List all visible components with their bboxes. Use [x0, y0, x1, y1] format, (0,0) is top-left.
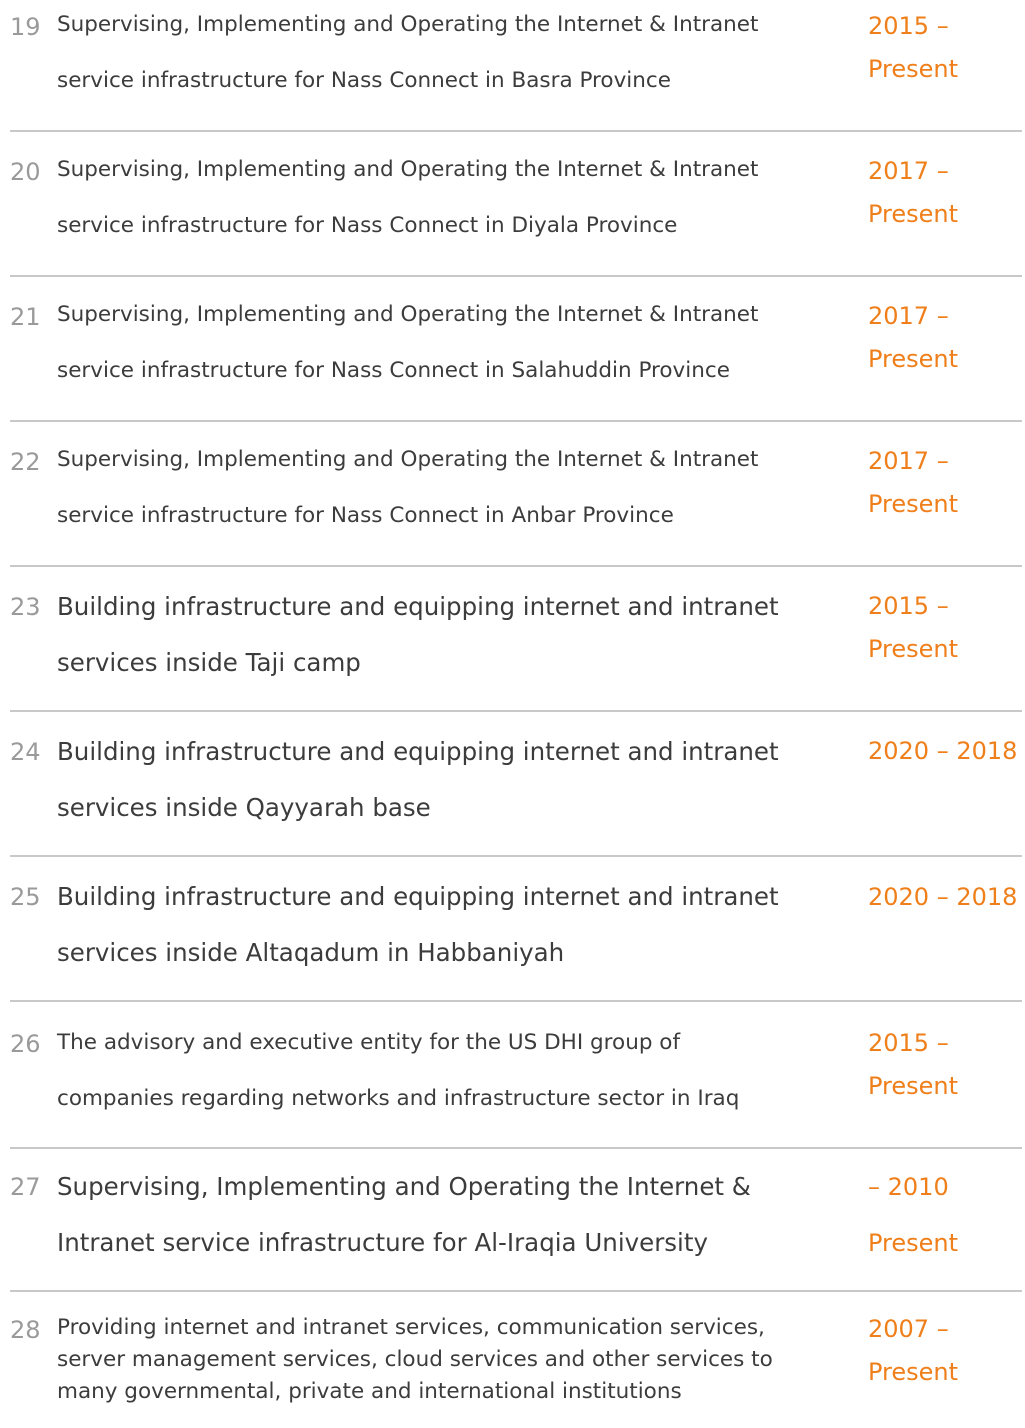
row-date: 2017 – Present — [868, 295, 1025, 381]
row-divider — [10, 130, 1022, 132]
row-description-line: Supervising, Implementing and Operating … — [57, 302, 759, 327]
row-number: 20 — [10, 158, 41, 186]
row-description-line: Intranet service infrastructure for Al-I… — [57, 1228, 708, 1257]
row-divider — [10, 1000, 1022, 1002]
row-divider — [10, 1147, 1022, 1149]
row-date-line: 2017 – — [868, 447, 949, 475]
row-description: The advisory and executive entity for th… — [57, 1015, 837, 1127]
row-description: Providing internet and intranet services… — [57, 1312, 837, 1408]
row-description-line: service infrastructure for Nass Connect … — [57, 68, 671, 93]
row-divider — [10, 565, 1022, 567]
row-date: – 2010 Present — [868, 1159, 1025, 1271]
row-date: 2020 – 2018 — [868, 876, 1025, 919]
row-number: 27 — [10, 1173, 41, 1201]
row-date-line: Present — [868, 635, 959, 663]
row-date-line: 2015 – — [868, 12, 949, 40]
row-description-line: companies regarding networks and infrast… — [57, 1086, 740, 1111]
row-divider — [10, 275, 1022, 277]
row-description-line: services inside Altaqadum in Habbaniyah — [57, 938, 565, 967]
row-date-line: Present — [868, 200, 959, 228]
row-date: 2015 – Present — [868, 585, 1025, 671]
row-description: Supervising, Implementing and Operating … — [57, 432, 837, 544]
row-divider — [10, 855, 1022, 857]
row-divider — [10, 420, 1022, 422]
row-description: Supervising, Implementing and Operating … — [57, 0, 837, 109]
row-number: 24 — [10, 738, 41, 766]
row-description: Supervising, Implementing and Operating … — [57, 142, 837, 254]
row-divider — [10, 710, 1022, 712]
row-description-line: Building infrastructure and equipping in… — [57, 882, 779, 911]
row-date: 2007 – Present — [868, 1308, 1025, 1394]
row-description-line: Building infrastructure and equipping in… — [57, 592, 779, 621]
row-number: 22 — [10, 448, 41, 476]
row-description-line: Supervising, Implementing and Operating … — [57, 157, 759, 182]
row-number: 23 — [10, 593, 41, 621]
row-description: Building infrastructure and equipping in… — [57, 724, 837, 836]
row-date-line: Present — [868, 1358, 959, 1386]
row-date: 2015 – Present — [868, 5, 1025, 91]
row-date-line: Present — [868, 55, 959, 83]
row-date-line: 2020 – 2018 — [868, 883, 1018, 911]
row-number: 26 — [10, 1030, 41, 1058]
row-description-line: services inside Qayyarah base — [57, 793, 431, 822]
row-date-line: Present — [868, 1072, 959, 1100]
row-number: 21 — [10, 303, 41, 331]
row-number: 28 — [10, 1316, 41, 1344]
row-date-line: Present — [868, 490, 959, 518]
row-date-line: 2017 – — [868, 157, 949, 185]
row-description-line: many governmental, private and internati… — [57, 1379, 682, 1404]
row-description: Building infrastructure and equipping in… — [57, 869, 837, 981]
row-date-line: 2015 – — [868, 592, 949, 620]
row-description-line: Supervising, Implementing and Operating … — [57, 1172, 751, 1201]
row-date-line: Present — [868, 1229, 959, 1257]
row-date: 2017 – Present — [868, 150, 1025, 236]
row-date: 2015 – Present — [868, 1022, 1025, 1108]
row-description-line: Building infrastructure and equipping in… — [57, 737, 779, 766]
row-date-line: 2017 – — [868, 302, 949, 330]
row-description-line: service infrastructure for Nass Connect … — [57, 358, 730, 383]
row-date-line: 2020 – 2018 — [868, 737, 1018, 765]
row-description-line: The advisory and executive entity for th… — [57, 1030, 681, 1055]
row-date: 2020 – 2018 — [868, 730, 1025, 773]
row-description-line: Supervising, Implementing and Operating … — [57, 12, 759, 37]
row-description-line: Supervising, Implementing and Operating … — [57, 447, 759, 472]
row-number: 25 — [10, 883, 41, 911]
row-description-line: service infrastructure for Nass Connect … — [57, 213, 678, 238]
row-date-line: Present — [868, 345, 959, 373]
row-date: 2017 – Present — [868, 440, 1025, 526]
row-description-line: server management services, cloud servic… — [57, 1347, 773, 1372]
row-divider — [10, 1290, 1022, 1292]
row-date-line: 2015 – — [868, 1029, 949, 1057]
row-description: Building infrastructure and equipping in… — [57, 579, 837, 691]
row-date-line: 2007 – — [868, 1315, 949, 1343]
row-description: Supervising, Implementing and Operating … — [57, 1159, 837, 1271]
row-date-line: – 2010 — [868, 1173, 949, 1201]
row-description-line: service infrastructure for Nass Connect … — [57, 503, 674, 528]
row-number: 19 — [10, 13, 41, 41]
row-description-line: Providing internet and intranet services… — [57, 1315, 765, 1340]
row-description-line: services inside Taji camp — [57, 648, 361, 677]
row-description: Supervising, Implementing and Operating … — [57, 287, 837, 399]
